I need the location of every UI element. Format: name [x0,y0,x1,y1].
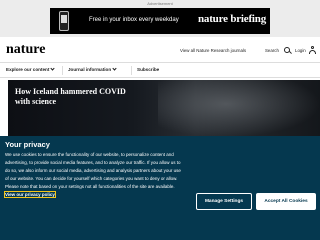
advertisement-bar: Advertisement Free in your inbox every w… [0,0,320,37]
cookie-consent-banner: Your privacy We use cookies to ensure th… [0,136,320,240]
hero-article[interactable]: How Iceland hammered COVID with science [8,80,320,140]
main-navigation: Explore our content Journal information … [0,62,320,78]
site-header: nature View all Nature Research journals… [0,37,320,62]
cookie-banner-text: We use cookies to ensure the functionali… [3,151,183,199]
login-link[interactable]: Login [295,48,306,53]
ad-banner-brand: nature briefing [198,13,266,25]
all-journals-link[interactable]: View all Nature Research journals [180,48,246,53]
manage-settings-button[interactable]: Manage Settings [196,193,252,210]
chevron-down-icon [112,66,117,71]
hero-image [158,80,320,140]
nav-divider [131,66,132,75]
search-link[interactable]: Search [265,48,279,53]
cookie-banner-body: We use cookies to ensure the functionali… [5,152,181,189]
user-icon[interactable] [309,46,316,54]
search-icon[interactable] [284,47,290,53]
chevron-down-icon [50,66,56,71]
phone-icon [59,11,69,31]
nav-explore-content[interactable]: Explore our content [6,66,56,72]
accept-all-cookies-button[interactable]: Accept All Cookies [256,193,316,210]
nature-logo[interactable]: nature [6,42,45,58]
nav-subscribe[interactable]: Subscribe [137,67,159,72]
hero-title[interactable]: How Iceland hammered COVID with science [15,87,135,107]
advertisement-label: Advertisement [147,1,173,6]
nav-journal-information-label: Journal information [68,67,112,72]
privacy-policy-link[interactable]: View our privacy policy [3,190,57,199]
nav-explore-content-label: Explore our content [6,67,50,72]
ad-banner-text: Free in your inbox every weekday [89,17,179,23]
nav-divider [62,66,63,75]
nav-journal-information[interactable]: Journal information [68,66,117,72]
nature-briefing-ad-banner[interactable]: Free in your inbox every weekday nature … [50,8,270,34]
cookie-banner-title: Your privacy [5,140,50,149]
